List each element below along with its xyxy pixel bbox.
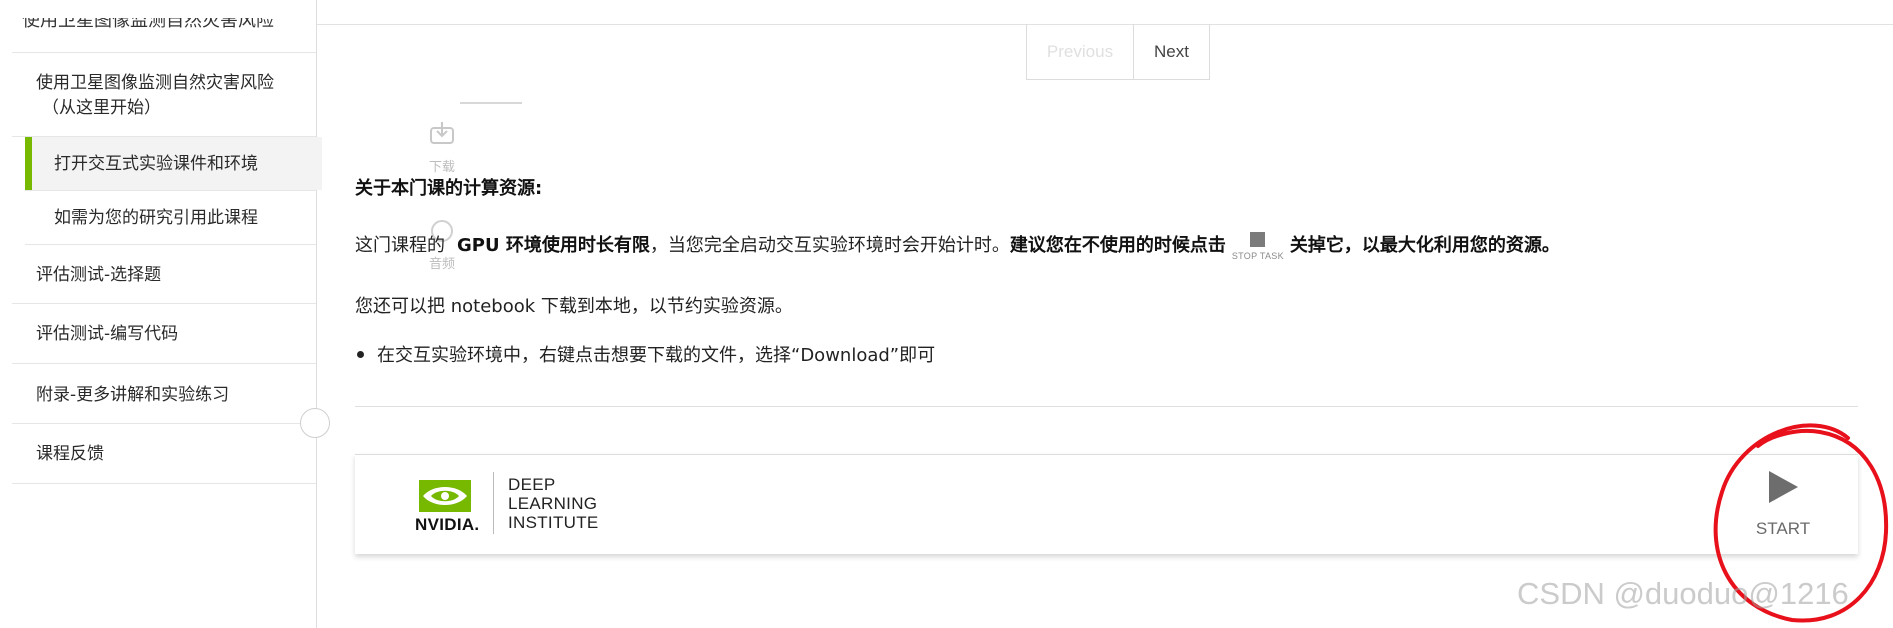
- nvidia-wordmark: NVIDIA.: [415, 515, 480, 534]
- sidebar-item-feedback[interactable]: 课程反馈: [36, 442, 104, 467]
- sidebar-divider: [12, 483, 316, 484]
- dli-line: LEARNING: [508, 494, 598, 513]
- sidebar-divider: [12, 423, 316, 424]
- stop-task-label: STOP TASK: [1231, 251, 1284, 261]
- stop-square-icon: [1250, 232, 1266, 247]
- stop-task-inline-icon: STOP TASK: [1232, 232, 1284, 261]
- sidebar-item-label: （从这里开始）: [42, 98, 161, 118]
- sidebar-divider: [12, 52, 316, 53]
- download-float-button[interactable]: 下载: [424, 120, 460, 175]
- play-icon: [1768, 471, 1798, 503]
- nvidia-eye-icon: [419, 480, 471, 512]
- previous-button[interactable]: Previous: [1027, 24, 1134, 79]
- lab-launch-bar: NVIDIA. DEEP LEARNING INSTITUTE START: [355, 454, 1858, 554]
- sidebar-resize-handle[interactable]: [300, 408, 330, 438]
- next-button[interactable]: Next: [1134, 24, 1209, 79]
- list-item-text: 在交互实验环境中，右键点击想要下载的文件，选择“Download”即可: [377, 345, 936, 366]
- sidebar-item-appendix[interactable]: 附录-更多讲解和实验练习: [36, 383, 229, 408]
- logo-divider: [493, 472, 494, 534]
- start-label: START: [1755, 519, 1811, 538]
- course-sidebar: 使用卫星图像监测自然灾害风险 使用卫星图像监测自然灾害风险 （从这里开始） 打开…: [0, 0, 322, 628]
- bullet-icon: [357, 350, 364, 358]
- pager: Previous Next: [1026, 24, 1210, 80]
- nvidia-logo: NVIDIA.: [415, 480, 485, 534]
- sidebar-item-cite-course[interactable]: 如需为您的研究引用此课程: [54, 206, 258, 231]
- download-float-label: 下载: [428, 160, 455, 175]
- faded-divider: [460, 102, 522, 104]
- notebook-download-paragraph: 您还可以把 notebook 下载到本地，以节约实验资源。: [355, 296, 793, 317]
- sidebar-divider: [25, 244, 316, 245]
- sidebar-divider: [25, 190, 316, 191]
- sidebar-divider: [12, 303, 316, 304]
- dli-line: DEEP: [508, 475, 556, 494]
- compute-notice-paragraph: 这门课程的 GPU 环境使用时长有限 ，当您完全启动交互实验环境时会开始计时。 …: [355, 229, 1560, 261]
- list-item: 在交互实验环境中，右键点击想要下载的文件，选择“Download”即可: [355, 341, 935, 367]
- stop-hint-text: 建议您在不使用的时候点击: [1009, 234, 1226, 256]
- csdn-watermark: CSDN @duoduo@1216: [1517, 576, 1849, 611]
- sidebar-item-open-lab[interactable]: 打开交互式实验课件和环境: [54, 152, 258, 177]
- section-heading: 关于本门课的计算资源:: [355, 178, 543, 199]
- download-icon: [430, 122, 454, 144]
- gpu-limit-text: GPU 环境使用时长有限: [457, 234, 650, 256]
- start-button[interactable]: START: [1745, 471, 1821, 539]
- content-divider: [355, 406, 1858, 407]
- dli-line: INSTITUTE: [508, 513, 599, 532]
- sidebar-item-quiz[interactable]: 评估测试-选择题: [36, 263, 161, 288]
- sidebar-item-label: 使用卫星图像监测自然灾害风险: [36, 73, 274, 93]
- stop-hint-text-end: 关掉它，以最大化利用您的资源。: [1289, 234, 1560, 256]
- dli-logo-text: DEEP LEARNING INSTITUTE: [508, 475, 599, 532]
- sidebar-item-coding-test[interactable]: 评估测试-编写代码: [36, 322, 178, 347]
- paragraph-text: 这门课程的: [355, 234, 445, 256]
- sidebar-divider: [12, 363, 316, 364]
- paragraph-text: ，当您完全启动交互实验环境时会开始计时。: [649, 234, 1010, 256]
- sidebar-item-prev-section[interactable]: 使用卫星图像监测自然灾害风险: [22, 18, 274, 32]
- sidebar-item-start-here[interactable]: 使用卫星图像监测自然灾害风险 （从这里开始）: [36, 71, 274, 121]
